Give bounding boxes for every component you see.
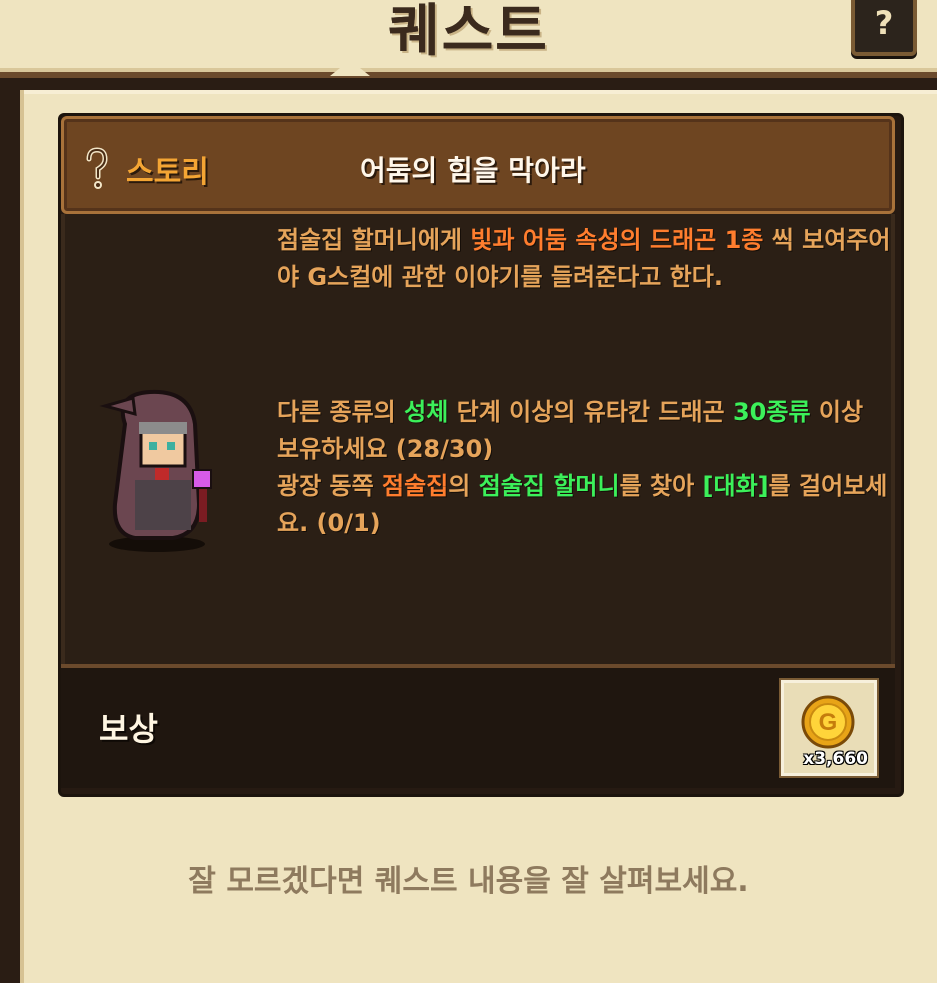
footer-hint: 잘 모르겠다면 퀘스트 내용을 잘 살펴보세요. bbox=[188, 864, 749, 899]
objective-keyword: 30종류 bbox=[732, 398, 811, 426]
objective-1: 다른 종류의 성체 단계 이상의 유타칸 드래곤 30종류 이상 보유하세요 (… bbox=[277, 394, 892, 468]
fortune-teller-character bbox=[99, 389, 212, 552]
objective-text: 광장 동쪽 bbox=[277, 472, 383, 500]
objective-text: 단계 이상의 유타칸 드래곤 bbox=[448, 398, 733, 426]
page-title: 퀘스트 bbox=[388, 0, 549, 64]
quest-description: 점술집 할머니에게 빛과 어둠 속성의 드래곤 1종 씩 보여주어야 G스컬에 … bbox=[277, 222, 892, 296]
objective-text: 를 찾아 bbox=[619, 472, 703, 500]
objective-text: 의 bbox=[448, 472, 479, 500]
question-mark-icon bbox=[86, 147, 108, 189]
objective-text: 다른 종류의 bbox=[277, 398, 405, 426]
quest-card: 스토리 어둠의 힘을 막아라 점술집 할머니에게 빛과 어둠 속성의 드래곤 1… bbox=[58, 113, 904, 797]
svg-text:G: G bbox=[819, 709, 838, 736]
quest-objectives: 다른 종류의 성체 단계 이상의 유타칸 드래곤 30종류 이상 보유하세요 (… bbox=[277, 394, 892, 542]
objective-2: 광장 동쪽 점술집의 점술집 할머니를 찾아 [대화]를 걸어보세요. (0/1… bbox=[277, 468, 892, 542]
gold-coin-icon: G bbox=[801, 695, 855, 749]
reward-item-gold[interactable]: G x3,660 bbox=[781, 680, 877, 776]
header-bar: 퀘스트 ? bbox=[0, 0, 937, 78]
help-button[interactable]: ? bbox=[851, 0, 917, 56]
reward-quantity: x3,660 bbox=[803, 749, 868, 769]
reward-label: 보상 bbox=[99, 710, 158, 748]
quest-card-body: 점술집 할머니에게 빛과 어둠 속성의 드래곤 1종 씩 보여주어야 G스컬에 … bbox=[61, 214, 895, 664]
quest-category: 스토리 bbox=[126, 155, 209, 190]
reward-row: 보상 G x3,660 bbox=[61, 668, 895, 788]
quest-title: 어둠의 힘을 막아라 bbox=[360, 154, 586, 187]
objective-action: [대화] bbox=[702, 472, 769, 500]
objective-keyword: 성체 bbox=[404, 398, 449, 426]
objective-npc: 점술집 할머니 bbox=[478, 472, 620, 500]
quest-card-header: 스토리 어둠의 힘을 막아라 bbox=[61, 116, 895, 214]
description-highlight: 빛과 어둠 속성의 드래곤 1종 bbox=[470, 226, 764, 254]
description-text: 점술집 할머니에게 bbox=[277, 226, 471, 254]
objective-location: 점술집 bbox=[382, 472, 449, 500]
